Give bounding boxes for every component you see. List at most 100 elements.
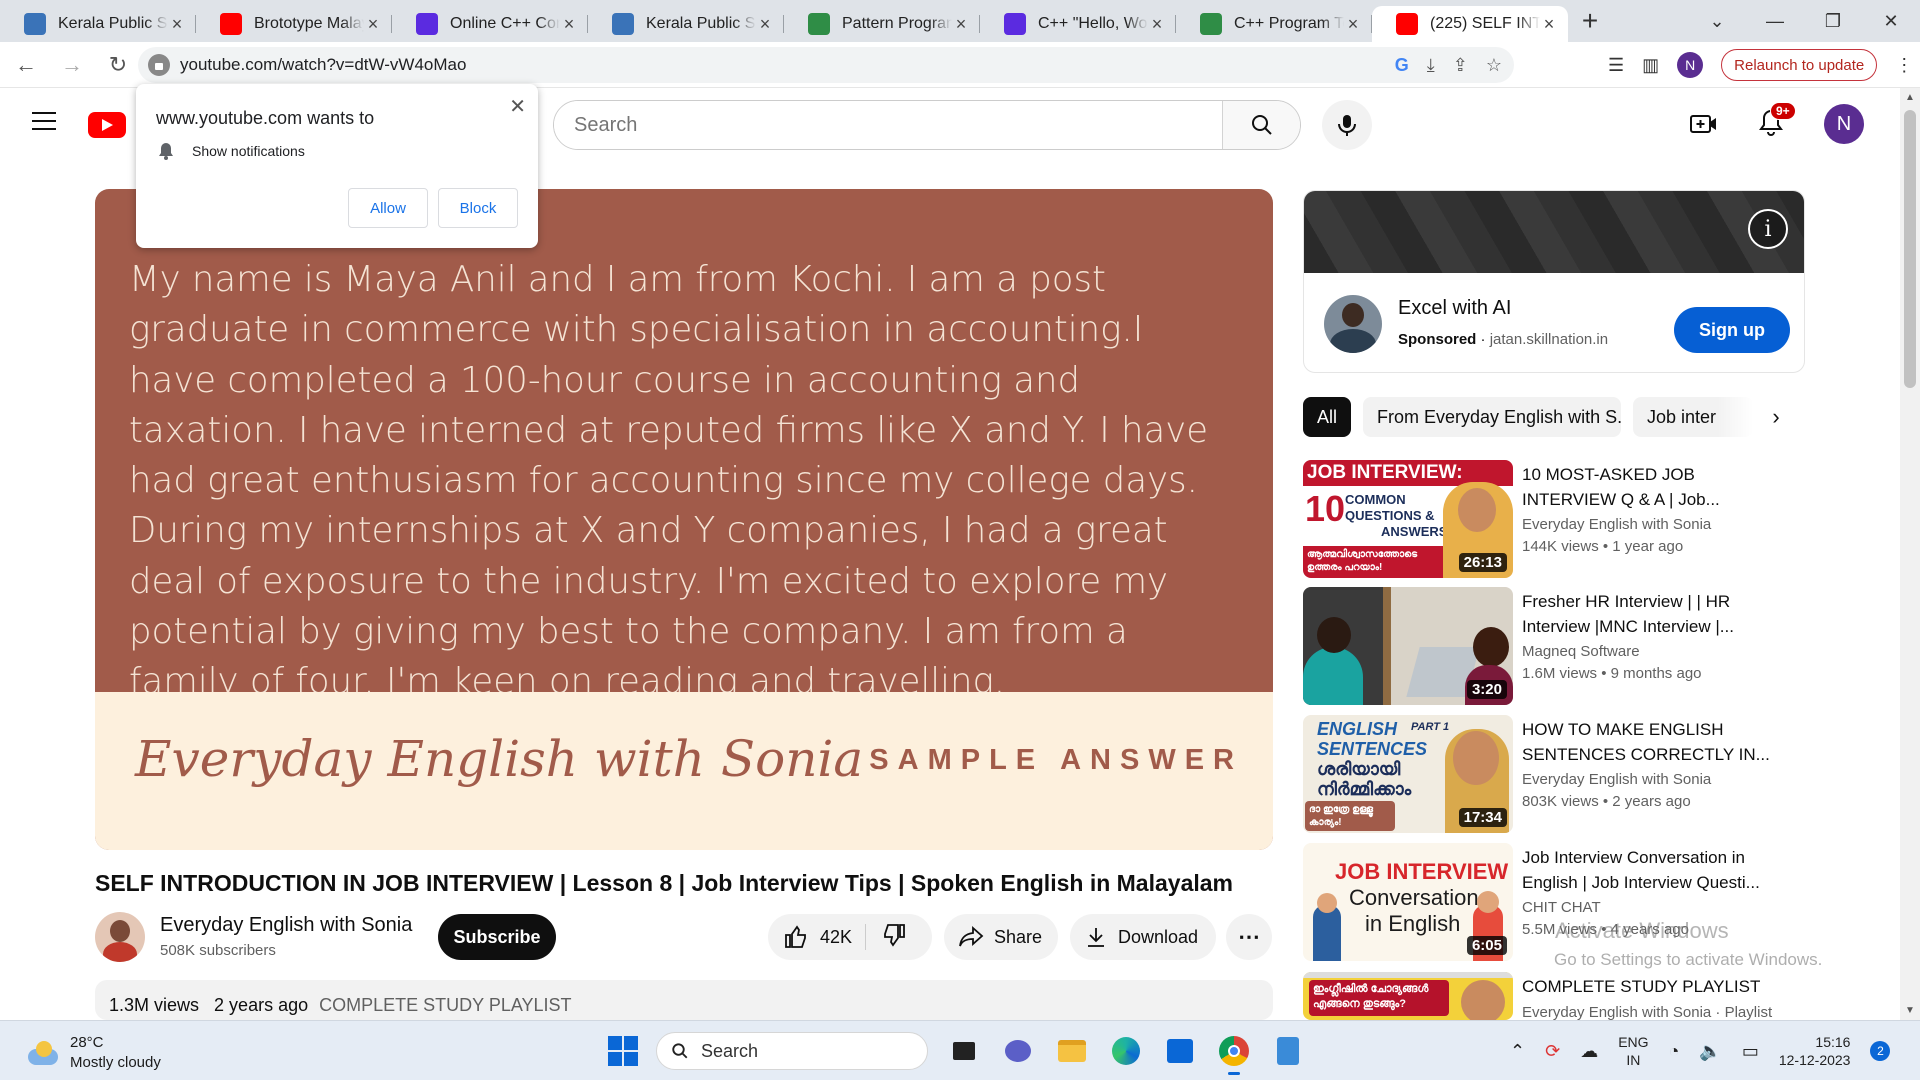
like-button[interactable]: 42K: [768, 924, 866, 950]
profile-avatar[interactable]: N: [1677, 52, 1704, 78]
scroll-up-arrow-icon[interactable]: ▲: [1905, 92, 1915, 103]
site-info-icon[interactable]: [148, 54, 170, 76]
browser-tab[interactable]: C++ "Hello, World!"×: [980, 6, 1176, 42]
hamburger-menu-icon[interactable]: [32, 112, 56, 130]
chip-from-channel[interactable]: From Everyday English with S...: [1363, 397, 1622, 437]
close-window-button[interactable]: ✕: [1862, 0, 1920, 42]
video-thumbnail[interactable]: ENGLISH PART 1 SENTENCES ശരിയായി നിർമ്മി…: [1303, 715, 1513, 833]
chip-all[interactable]: All: [1303, 397, 1352, 437]
video-thumbnail[interactable]: JOB INTERVIEW: 10 COMMON QUESTIONS & ANS…: [1303, 460, 1513, 578]
reading-list-icon[interactable]: ☰: [1608, 55, 1624, 76]
browser-tab[interactable]: Kerala Public Service Commission×: [0, 6, 196, 42]
back-button[interactable]: ←: [6, 45, 46, 85]
chat-icon[interactable]: [1000, 1033, 1036, 1069]
install-app-icon[interactable]: ⤓: [1427, 55, 1435, 76]
close-tab-icon[interactable]: ×: [952, 14, 970, 35]
channel-name[interactable]: Everyday English with Sonia: [160, 914, 412, 937]
taskbar-search[interactable]: Search: [656, 1032, 928, 1070]
close-icon[interactable]: ✕: [509, 94, 526, 119]
tab-search-icon[interactable]: ⌄: [1688, 0, 1746, 42]
restore-button[interactable]: ❐: [1804, 0, 1862, 42]
browser-tab[interactable]: Online C++ Compiler×: [392, 6, 588, 42]
ad-signup-button[interactable]: Sign up: [1674, 307, 1790, 353]
notepad-icon[interactable]: [1270, 1033, 1306, 1069]
close-tab-icon[interactable]: ×: [560, 14, 578, 35]
close-tab-icon[interactable]: ×: [1540, 14, 1558, 35]
rec-title[interactable]: Fresher HR Interview | | HR Interview |M…: [1522, 589, 1772, 639]
recommendation-item[interactable]: ENGLISH PART 1 SENTENCES ശരിയായി നിർമ്മി…: [1303, 715, 1873, 833]
search-input[interactable]: [554, 101, 1222, 149]
notifications-button[interactable]: 9+: [1758, 101, 1796, 141]
page-scrollbar[interactable]: ▲ ▼: [1900, 88, 1920, 1020]
rec-title[interactable]: COMPLETE STUDY PLAYLIST: [1522, 974, 1772, 999]
close-tab-icon[interactable]: ×: [1148, 14, 1166, 35]
rec-channel[interactable]: Magneq Software: [1522, 643, 1640, 660]
browser-tab[interactable]: (225) SELF INTRODUCTION×: [1372, 6, 1568, 42]
file-explorer-icon[interactable]: [1054, 1033, 1090, 1069]
close-tab-icon[interactable]: ×: [168, 14, 186, 35]
browser-tab[interactable]: C++ Program To ×: [1176, 6, 1372, 42]
address-bar[interactable]: youtube.com/watch?v=dtW-vW4oMao G ⤓ ⇪ ☆: [138, 47, 1514, 83]
recommendation-item[interactable]: ഇംഗ്ലീഷിൽ ചോദ്യങ്ങൾ എങ്ങനെ തുടങ്ങും? COM…: [1303, 972, 1873, 1020]
share-button[interactable]: Share: [944, 914, 1058, 960]
subscribe-button[interactable]: Subscribe: [438, 914, 556, 960]
scroll-down-arrow-icon[interactable]: ▼: [1905, 1005, 1915, 1016]
dislike-button[interactable]: [866, 923, 906, 952]
playlist-thumbnail[interactable]: ഇംഗ്ലീഷിൽ ചോദ്യങ്ങൾ എങ്ങനെ തുടങ്ങും?: [1303, 972, 1513, 1020]
url-text[interactable]: youtube.com/watch?v=dtW-vW4oMao: [180, 55, 466, 75]
microsoft-store-icon[interactable]: [1162, 1033, 1198, 1069]
channel-avatar[interactable]: [95, 912, 145, 962]
account-avatar[interactable]: N: [1824, 104, 1864, 144]
notification-center-badge[interactable]: 2: [1870, 1041, 1891, 1061]
close-tab-icon[interactable]: ×: [1344, 14, 1362, 35]
youtube-logo[interactable]: [88, 112, 126, 138]
more-actions-button[interactable]: ⋯: [1226, 914, 1272, 960]
edge-browser-icon[interactable]: [1108, 1033, 1144, 1069]
sync-icon[interactable]: ⟳: [1545, 1041, 1560, 1062]
block-button[interactable]: Block: [438, 188, 518, 228]
new-tab-button[interactable]: +: [1568, 4, 1612, 42]
video-thumbnail[interactable]: 3:20: [1303, 587, 1513, 705]
browser-tab[interactable]: Brototype Malayalam×: [196, 6, 392, 42]
info-icon[interactable]: i: [1748, 209, 1788, 249]
battery-icon[interactable]: ▭: [1742, 1041, 1759, 1062]
rec-channel[interactable]: Everyday English with Sonia: [1522, 771, 1711, 788]
search-button[interactable]: [1222, 101, 1300, 149]
browser-tab[interactable]: Pattern Programs×: [784, 6, 980, 42]
minimize-button[interactable]: —: [1746, 0, 1804, 42]
language-indicator[interactable]: ENG IN: [1618, 1033, 1648, 1069]
reload-button[interactable]: ↻: [98, 45, 138, 85]
video-thumbnail[interactable]: JOB INTERVIEW Conversation in English 6:…: [1303, 843, 1513, 961]
clock[interactable]: 15:16 12-12-2023: [1779, 1033, 1851, 1069]
close-tab-icon[interactable]: ×: [756, 14, 774, 35]
description-box[interactable]: 1.3M views 2 years ago COMPLETE STUDY PL…: [95, 980, 1273, 1020]
chip-job-interview[interactable]: Job inter: [1633, 397, 1754, 437]
start-button[interactable]: [608, 1036, 638, 1066]
relaunch-button[interactable]: Relaunch to update: [1721, 49, 1878, 81]
voice-search-button[interactable]: [1322, 100, 1372, 150]
description-playlist-link[interactable]: COMPLETE STUDY PLAYLIST: [319, 995, 571, 1015]
scrollbar-thumb[interactable]: [1904, 110, 1916, 388]
browser-tab[interactable]: Kerala Public Service Commission×: [588, 6, 784, 42]
task-view-icon[interactable]: [946, 1033, 982, 1069]
weather-widget[interactable]: 28°C Mostly cloudy: [26, 1033, 161, 1073]
sponsored-ad-card[interactable]: i Excel with AI Sponsored · jatan.skilln…: [1303, 190, 1805, 373]
chrome-browser-icon[interactable]: [1216, 1033, 1252, 1075]
download-button[interactable]: Download: [1070, 914, 1216, 960]
rec-channel[interactable]: Everyday English with Sonia · Playlist: [1522, 1004, 1772, 1020]
video-player[interactable]: My name is Maya Anil and I am from Kochi…: [95, 189, 1273, 850]
forward-button[interactable]: →: [52, 45, 92, 85]
rec-title[interactable]: 10 MOST-ASKED JOB INTERVIEW Q & A | Job.…: [1522, 462, 1772, 512]
rec-channel[interactable]: Everyday English with Sonia: [1522, 516, 1711, 533]
recommendation-item[interactable]: JOB INTERVIEW: 10 COMMON QUESTIONS & ANS…: [1303, 460, 1873, 578]
share-page-icon[interactable]: ⇪: [1453, 55, 1468, 76]
volume-icon[interactable]: 🔈: [1699, 1041, 1721, 1062]
rec-title[interactable]: HOW TO MAKE ENGLISH SENTENCES CORRECTLY …: [1522, 717, 1772, 767]
chevron-right-icon[interactable]: ›: [1760, 397, 1792, 437]
side-panel-icon[interactable]: ▥: [1642, 55, 1659, 76]
wifi-icon[interactable]: ◔: [1669, 1041, 1680, 1062]
rec-title[interactable]: Job Interview Conversation in English | …: [1522, 845, 1772, 895]
rec-channel[interactable]: CHIT CHAT: [1522, 899, 1601, 916]
google-lens-icon[interactable]: G: [1395, 55, 1409, 76]
onedrive-cloud-icon[interactable]: ☁: [1580, 1041, 1598, 1062]
